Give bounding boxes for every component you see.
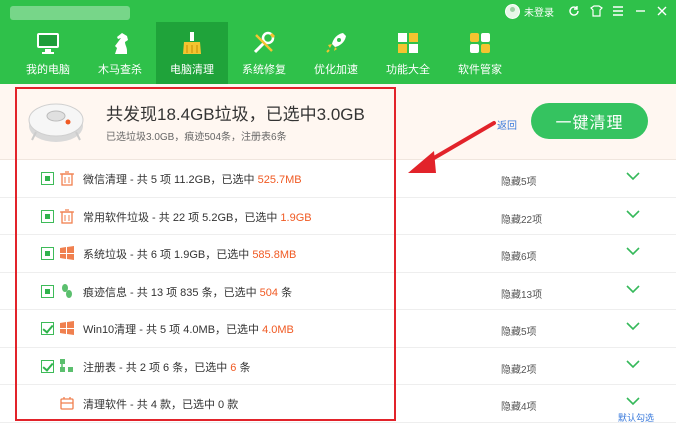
- row-text: 常用软件垃圾 - 共 22 项 5.2GB，已选中 1.9GB: [83, 211, 312, 224]
- nav-pc-cleanup[interactable]: 电脑清理: [156, 22, 228, 84]
- list-item[interactable]: Win10清理 - 共 5 项 4.0MB，已选中 4.0MB 隐藏5项: [0, 310, 676, 348]
- main-nav: 我的电脑 木马查杀 电脑清理 系统修复 优化加速 功能大全 软件管家: [12, 22, 516, 84]
- robot-vacuum-icon: [28, 103, 84, 142]
- chevron-down-icon[interactable]: [626, 209, 640, 219]
- list-item[interactable]: 清理软件 - 共 4 款，已选中 0 款 隐藏4项: [0, 385, 676, 423]
- row-text: Win10清理 - 共 5 项 4.0MB，已选中 4.0MB: [83, 324, 294, 336]
- row-checkbox[interactable]: [41, 322, 54, 335]
- windows-icon: [60, 321, 74, 335]
- monitor-icon: [37, 33, 59, 54]
- broom-icon: [183, 32, 201, 54]
- chevron-down-icon[interactable]: [626, 171, 640, 181]
- wrench-icon: [253, 31, 276, 54]
- row-checkbox[interactable]: [41, 209, 54, 223]
- nav-label: 木马查杀: [98, 64, 142, 76]
- hidden-items-link[interactable]: 隐藏13项: [501, 286, 542, 301]
- avatar-icon: [505, 3, 520, 19]
- list-item[interactable]: 痕迹信息 - 共 13 项 835 条，已选中 504 条 隐藏13项: [0, 273, 676, 310]
- list-item[interactable]: 系统垃圾 - 共 6 项 1.9GB，已选中 585.8MB 隐藏6项: [0, 235, 676, 273]
- grid-icon: [398, 33, 418, 53]
- apps-icon: [470, 33, 490, 53]
- chevron-down-icon[interactable]: [626, 359, 640, 369]
- nav-label: 软件管家: [458, 64, 502, 76]
- nav-software-manager[interactable]: 软件管家: [444, 22, 516, 84]
- scan-headline: 共发现18.4GB垃圾，已选中3.0GB: [106, 105, 365, 124]
- hidden-items-link[interactable]: 隐藏22项: [501, 211, 542, 226]
- footprint-icon: [62, 283, 72, 298]
- nav-label: 系统修复: [242, 64, 286, 76]
- back-link[interactable]: 返回: [497, 117, 517, 132]
- chevron-down-icon[interactable]: [626, 284, 640, 294]
- row-checkbox[interactable]: [41, 284, 54, 298]
- nav-trojan-scan[interactable]: 木马查杀: [84, 22, 156, 84]
- row-text: 系统垃圾 - 共 6 项 1.9GB，已选中 585.8MB: [83, 249, 297, 261]
- nav-all-features[interactable]: 功能大全: [372, 22, 444, 84]
- list-item[interactable]: 注册表 - 共 2 项 6 条，已选中 6 条 隐藏2项: [0, 348, 676, 385]
- hidden-items-link[interactable]: 隐藏6项: [501, 248, 537, 263]
- refresh-icon[interactable]: [566, 3, 582, 19]
- windows-icon: [60, 246, 74, 260]
- nav-label: 优化加速: [314, 64, 358, 76]
- nav-optimize[interactable]: 优化加速: [300, 22, 372, 84]
- row-checkbox[interactable]: [41, 247, 54, 260]
- hidden-items-link[interactable]: 隐藏5项: [501, 173, 537, 188]
- scan-summary: 共发现18.4GB垃圾，已选中3.0GB 已选垃圾3.0GB，痕迹504条，注册…: [0, 84, 676, 160]
- hidden-items-link[interactable]: 隐藏2项: [501, 361, 537, 376]
- nav-label: 我的电脑: [26, 64, 70, 76]
- row-text: 清理软件 - 共 4 款，已选中 0 款: [83, 399, 239, 411]
- nav-system-repair[interactable]: 系统修复: [228, 22, 300, 84]
- trash-icon: [60, 171, 74, 186]
- row-checkbox[interactable]: [41, 359, 54, 373]
- login-status[interactable]: 未登录: [505, 3, 554, 19]
- skin-icon[interactable]: [588, 3, 604, 19]
- menu-icon[interactable]: [610, 3, 626, 19]
- minimize-icon[interactable]: [632, 3, 648, 19]
- hidden-items-link[interactable]: 隐藏4项: [501, 398, 537, 413]
- row-text: 注册表 - 共 2 项 6 条，已选中 6 条: [83, 361, 251, 374]
- scan-subline: 已选垃圾3.0GB，痕迹504条，注册表6条: [106, 132, 287, 143]
- list-item[interactable]: 微信清理 - 共 5 项 11.2GB，已选中 525.7MB 隐藏5项: [0, 160, 676, 198]
- hidden-items-link[interactable]: 隐藏5项: [501, 323, 537, 338]
- window-controls: 未登录: [505, 2, 670, 20]
- chevron-down-icon[interactable]: [626, 321, 640, 331]
- row-checkbox[interactable]: [41, 172, 54, 185]
- rocket-icon: [326, 33, 346, 53]
- default-check-link[interactable]: 默认勾选: [618, 411, 654, 424]
- registry-icon: [60, 358, 73, 372]
- chevron-down-icon[interactable]: [626, 246, 640, 256]
- blurred-app-title: [10, 6, 130, 20]
- trash-icon: [60, 208, 74, 224]
- horse-icon: [115, 33, 128, 54]
- software-icon: [60, 397, 74, 410]
- list-item[interactable]: 常用软件垃圾 - 共 22 项 5.2GB，已选中 1.9GB 隐藏22项: [0, 198, 676, 235]
- chevron-down-icon[interactable]: [626, 396, 640, 406]
- top-bar: 未登录 我的电脑 木马查杀 电脑清理 系统修复 优化加速 功能大全 软件管家: [0, 0, 676, 84]
- row-text: 微信清理 - 共 5 项 11.2GB，已选中 525.7MB: [83, 174, 302, 186]
- one-click-clean-button[interactable]: 一键清理: [531, 103, 648, 139]
- nav-label: 电脑清理: [170, 64, 214, 76]
- nav-my-computer[interactable]: 我的电脑: [12, 22, 84, 84]
- row-text: 痕迹信息 - 共 13 项 835 条，已选中 504 条: [83, 286, 293, 299]
- cleanup-list: 微信清理 - 共 5 项 11.2GB，已选中 525.7MB 隐藏5项 常用软…: [0, 160, 676, 423]
- close-icon[interactable]: [654, 3, 670, 19]
- nav-label: 功能大全: [386, 64, 430, 76]
- login-label: 未登录: [524, 7, 554, 19]
